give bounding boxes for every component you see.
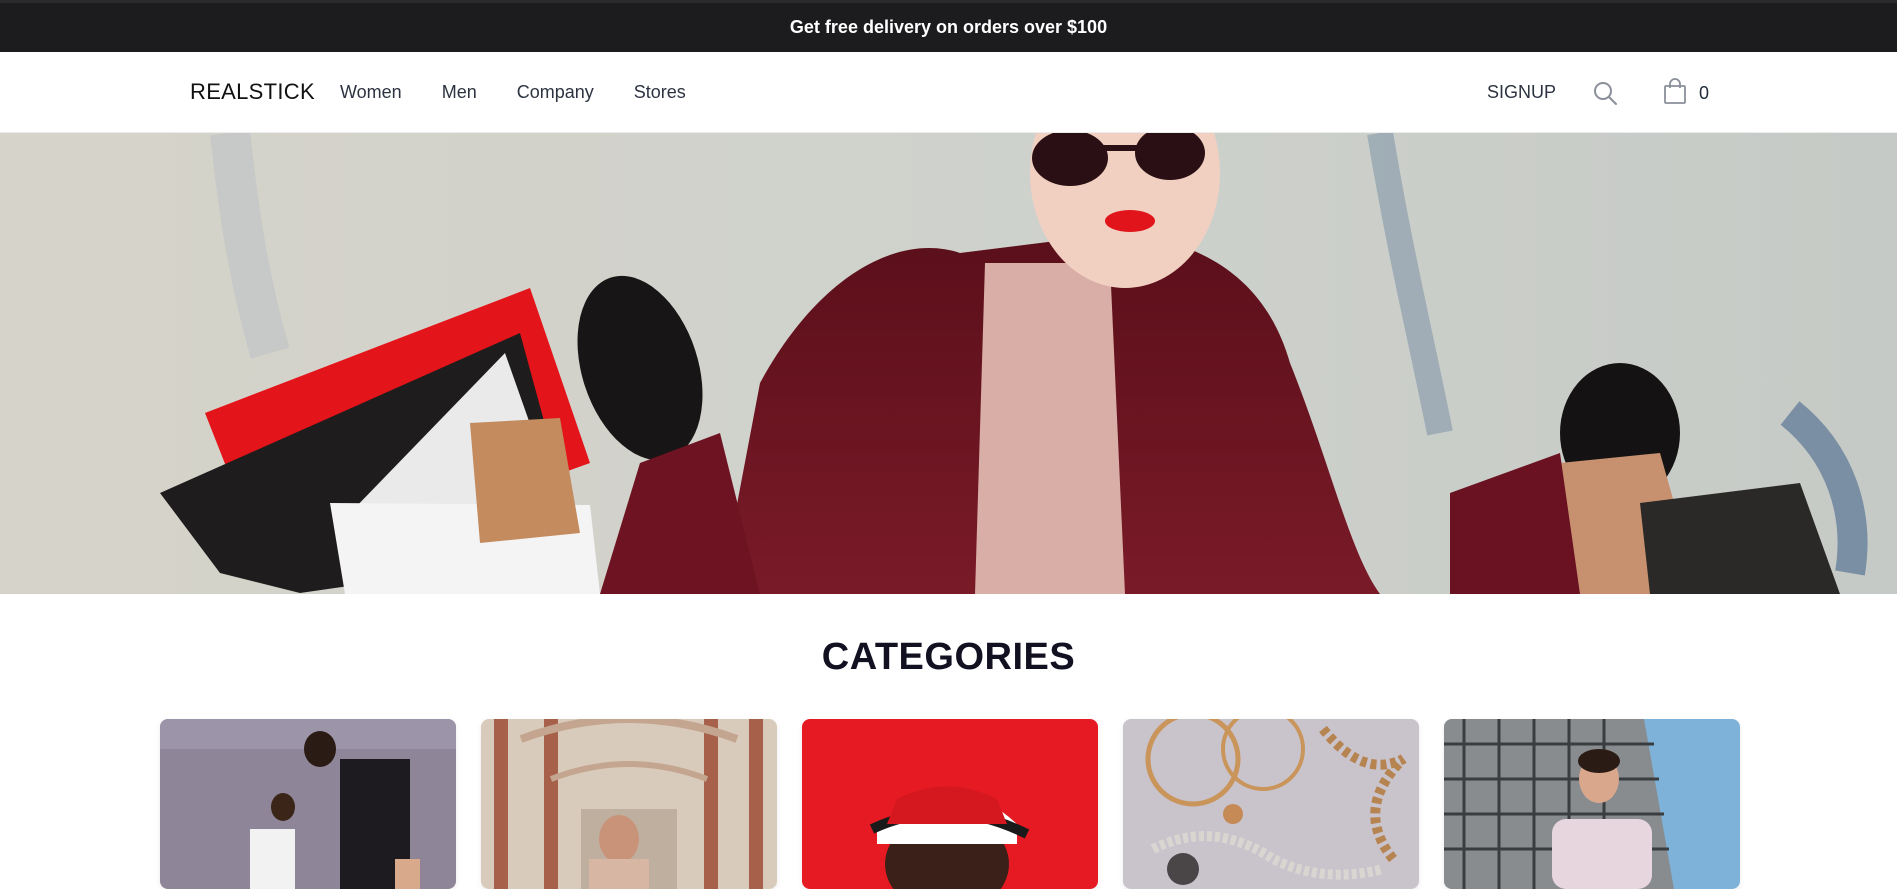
- categories-title: CATEGORIES: [821, 636, 1076, 678]
- category-image: [160, 719, 456, 889]
- menu-item-stores[interactable]: Stores: [634, 82, 686, 103]
- top-navigation: REALSTICK Women Men Company Stores SIGNU…: [0, 52, 1897, 133]
- shopping-bag-icon: [1663, 77, 1687, 110]
- category-image: [481, 719, 777, 889]
- menu-item-women[interactable]: Women: [340, 82, 402, 103]
- hero-image: [0, 133, 1897, 594]
- main-menu: Women Men Company Stores: [340, 82, 726, 103]
- category-card[interactable]: [481, 719, 777, 889]
- hero-banner: [0, 133, 1897, 594]
- menu-item-company[interactable]: Company: [517, 82, 594, 103]
- announcement-bar: Get free delivery on orders over $100: [0, 0, 1897, 52]
- menu-item-men[interactable]: Men: [442, 82, 477, 103]
- cart-count: 0: [1699, 83, 1710, 103]
- cart-button[interactable]: 0: [1663, 77, 1709, 110]
- category-card[interactable]: [160, 719, 456, 889]
- category-card[interactable]: [1123, 719, 1419, 889]
- announcement-text: Get free delivery on orders over $100: [789, 17, 1108, 37]
- category-cards: [160, 719, 1765, 889]
- category-image: [1444, 719, 1740, 889]
- category-card[interactable]: [802, 719, 1098, 889]
- category-card[interactable]: [1444, 719, 1740, 889]
- search-icon[interactable]: [1592, 80, 1618, 106]
- category-image: [802, 719, 1098, 889]
- signup-link[interactable]: SIGNUP: [1487, 82, 1556, 103]
- brand-logo[interactable]: REALSTICK: [190, 79, 315, 105]
- category-image: [1123, 719, 1419, 889]
